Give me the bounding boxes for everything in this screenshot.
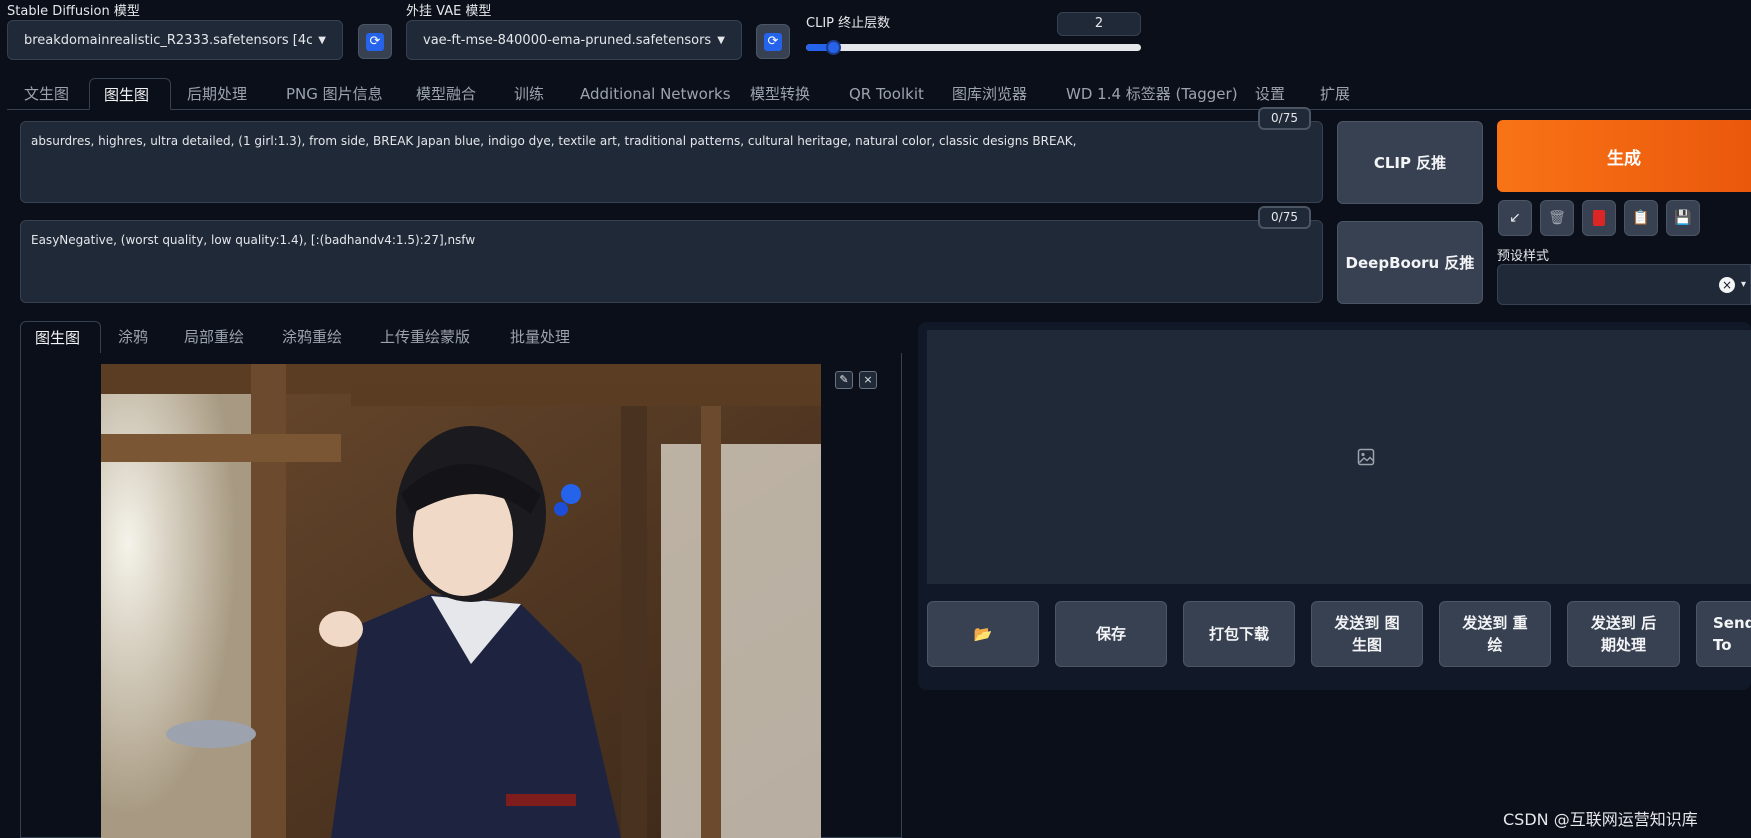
save-disk-icon[interactable]: 💾 [1666, 200, 1700, 236]
send-to-extras-label-2: 期处理 [1600, 636, 1646, 654]
open-folder-button[interactable]: 📂 [927, 601, 1039, 667]
chevron-down-icon: ▼ [717, 34, 725, 46]
vae-label: 外挂 VAE 模型 [406, 4, 492, 19]
styles-label: 预设样式 [1497, 249, 1550, 264]
negative-prompt-input[interactable]: EasyNegative, (worst quality, low qualit… [20, 220, 1323, 303]
tab-model-converter[interactable]: 模型转换 [750, 78, 810, 110]
clip-skip-number[interactable]: 2 [1057, 12, 1141, 36]
tab-additional-networks[interactable]: Additional Networks [580, 78, 731, 110]
tab-checkpoint-merger[interactable]: 模型融合 [416, 78, 476, 110]
chevron-down-icon: ▼ [318, 34, 326, 46]
sd-model-value: breakdomainrealistic_R2333.safetensors [… [24, 32, 313, 48]
vae-dropdown[interactable]: vae-ft-mse-840000-ema-pruned.safetensors… [406, 20, 742, 60]
subtab-img2img[interactable]: 图生图 [20, 321, 101, 354]
watermark-text: CSDN @互联网运营知识库 [1503, 810, 1698, 829]
tab-settings[interactable]: 设置 [1255, 78, 1285, 110]
clip-skip-slider-track[interactable] [806, 40, 1141, 55]
negative-token-counter: 0/75 [1258, 206, 1311, 229]
refresh-icon: ⟳ [366, 32, 384, 51]
input-image [101, 364, 821, 838]
positive-token-counter: 0/75 [1258, 107, 1311, 130]
tab-img2img[interactable]: 图生图 [89, 78, 171, 110]
subtab-inpaint[interactable]: 局部重绘 [184, 321, 244, 353]
folder-icon: 📂 [973, 625, 993, 643]
send-to-inpaint-button[interactable]: 发送到 重 绘 [1439, 601, 1551, 667]
send-to-other-label-2: To [1713, 636, 1732, 654]
clear-icon[interactable]: × [1718, 276, 1735, 293]
deepbooru-interrogate-button[interactable]: DeepBooru 反推 [1337, 221, 1483, 304]
vae-value: vae-ft-mse-840000-ema-pruned.safetensors [423, 32, 712, 48]
tab-txt2img[interactable]: 文生图 [24, 78, 69, 110]
subtab-inpaint-upload[interactable]: 上传重绘蒙版 [380, 321, 470, 353]
send-to-other-label-1: Send [1713, 614, 1751, 632]
send-to-img2img-button[interactable]: 发送到 图 生图 [1311, 601, 1423, 667]
styles-dropdown[interactable]: × ▾ [1497, 264, 1751, 305]
subtab-inpaint-sketch[interactable]: 涂鸦重绘 [282, 321, 342, 353]
send-to-other-button[interactable]: Send To [1696, 601, 1751, 667]
kimono-girl-image [101, 364, 821, 838]
positive-prompt-input[interactable]: absurdres, highres, ultra detailed, (1 g… [20, 121, 1323, 203]
send-to-extras-label-1: 发送到 后 [1590, 614, 1657, 632]
vae-refresh-button[interactable]: ⟳ [756, 24, 790, 59]
tab-png-info[interactable]: PNG 图片信息 [286, 78, 383, 110]
tab-image-browser[interactable]: 图库浏览器 [952, 78, 1027, 110]
subtab-sketch[interactable]: 涂鸦 [118, 321, 148, 353]
trash-icon[interactable]: 🗑 [1540, 200, 1574, 236]
refresh-icon: ⟳ [764, 32, 782, 51]
chevron-down-icon: ▾ [1740, 279, 1746, 290]
clip-interrogate-button[interactable]: CLIP 反推 [1337, 121, 1483, 204]
send-to-extras-button[interactable]: 发送到 后 期处理 [1567, 601, 1680, 667]
webui-root: Stable Diffusion 模型 breakdomainrealistic… [0, 0, 1751, 838]
sd-model-refresh-button[interactable]: ⟳ [358, 24, 392, 59]
close-image-button[interactable]: × [859, 371, 877, 389]
tab-extras[interactable]: 后期处理 [187, 78, 247, 110]
send-to-img2img-label-1: 发送到 图 [1334, 614, 1400, 632]
tab-qr-toolkit[interactable]: QR Toolkit [849, 78, 924, 110]
arrow-diagonal-icon[interactable]: ↙ [1498, 200, 1532, 236]
image-placeholder-icon [1357, 448, 1375, 466]
send-to-inpaint-label-2: 绘 [1487, 636, 1503, 654]
generate-button[interactable]: 生成 [1497, 120, 1751, 192]
send-to-inpaint-label-1: 发送到 重 [1462, 614, 1528, 632]
sd-model-label: Stable Diffusion 模型 [7, 4, 140, 19]
edit-image-button[interactable]: ✎ [835, 371, 853, 389]
output-image-area [927, 330, 1751, 584]
zip-download-button[interactable]: 打包下载 [1183, 601, 1295, 667]
clipboard-icon[interactable]: 📋 [1624, 200, 1658, 236]
send-to-img2img-label-2: 生图 [1351, 636, 1382, 654]
tab-train[interactable]: 训练 [514, 78, 544, 110]
tab-tagger[interactable]: WD 1.4 标签器 (Tagger) [1066, 78, 1238, 110]
subtab-batch[interactable]: 批量处理 [510, 321, 570, 353]
clip-skip-slider-thumb[interactable] [825, 40, 841, 55]
clip-skip-label: CLIP 终止层数 [806, 16, 891, 31]
tab-extensions[interactable]: 扩展 [1320, 78, 1350, 110]
red-card-icon[interactable] [1582, 200, 1616, 236]
sd-model-dropdown[interactable]: breakdomainrealistic_R2333.safetensors [… [7, 20, 343, 60]
save-button[interactable]: 保存 [1055, 601, 1167, 667]
